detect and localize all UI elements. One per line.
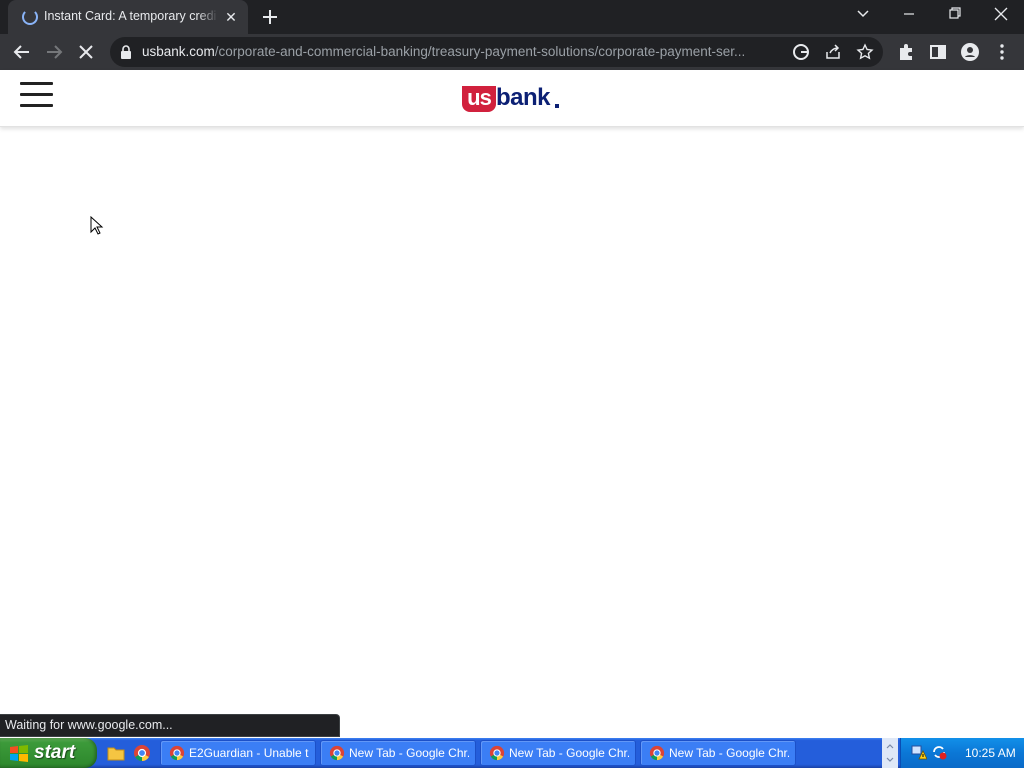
scroll-arrows-icon — [886, 744, 894, 762]
chrome-icon — [169, 745, 185, 761]
taskbar: start E2Guardian - Unable t... New Tab -… — [0, 738, 1024, 768]
browser-toolbar: usbank.com/corporate-and-commercial-bank… — [0, 34, 1024, 70]
taskbar-scroll[interactable] — [882, 738, 898, 768]
close-icon — [994, 7, 1008, 21]
stop-button[interactable] — [72, 38, 100, 66]
url-path: /corporate-and-commercial-banking/treasu… — [214, 44, 746, 59]
puzzle-piece-icon — [900, 44, 912, 60]
network-warning-icon[interactable] — [911, 744, 927, 760]
arrow-right-icon — [47, 45, 63, 59]
logo-us-shield: us — [462, 86, 496, 112]
profile-button[interactable] — [956, 38, 984, 66]
tab-search-button[interactable] — [840, 0, 886, 34]
taskbar-window-new-tab[interactable]: New Tab - Google Chr... — [320, 740, 476, 766]
hamburger-line — [20, 82, 53, 85]
google-lens-icon[interactable] — [792, 43, 810, 61]
back-button[interactable] — [8, 38, 36, 66]
windows-logo-icon — [10, 745, 28, 762]
new-tab-button[interactable] — [258, 5, 282, 29]
chrome-icon — [649, 745, 665, 761]
taskbar-window-new-tab[interactable]: New Tab - Google Chr... — [480, 740, 636, 766]
browser-menu-button[interactable] — [988, 38, 1016, 66]
taskbar-window-new-tab[interactable]: New Tab - Google Chr... — [640, 740, 796, 766]
stop-loading-icon — [79, 45, 93, 59]
minimize-icon — [904, 13, 914, 15]
restore-icon — [949, 7, 961, 19]
kebab-menu-icon — [1000, 44, 1004, 60]
start-button[interactable]: start — [0, 738, 97, 768]
arrow-left-icon — [13, 45, 29, 59]
loading-spinner-icon — [22, 9, 38, 25]
taskbar-window-label: New Tab - Google Chr... — [669, 746, 789, 760]
side-panel-button[interactable] — [924, 38, 952, 66]
avatar-icon — [961, 43, 979, 61]
address-bar[interactable]: usbank.com/corporate-and-commercial-bank… — [110, 37, 883, 67]
share-icon[interactable] — [824, 43, 842, 61]
url-host: usbank.com — [142, 44, 215, 59]
page-viewport: us bank — [0, 70, 1024, 738]
start-label: start — [34, 742, 76, 763]
lock-icon[interactable] — [120, 45, 132, 59]
extensions-button[interactable] — [892, 38, 920, 66]
taskbar-window-e2guardian[interactable]: E2Guardian - Unable t... — [160, 740, 316, 766]
hamburger-menu-icon[interactable] — [20, 82, 53, 108]
logo-dot — [555, 104, 559, 108]
chevron-down-icon — [857, 10, 869, 18]
logo-bank-wordmark: bank — [496, 84, 551, 111]
system-tray: 10:25 AM — [900, 738, 1024, 768]
taskbar-window-label: E2Guardian - Unable t... — [189, 746, 309, 760]
plus-icon — [263, 10, 277, 24]
side-panel-icon — [930, 45, 946, 59]
usbank-logo[interactable]: us bank — [462, 84, 562, 114]
mouse-cursor-icon — [90, 216, 104, 235]
browser-titlebar: Instant Card: A temporary credit card ✕ — [0, 0, 1024, 34]
restore-button[interactable] — [932, 0, 978, 34]
minimize-button[interactable] — [886, 0, 932, 34]
status-bubble: Waiting for www.google.com... — [0, 714, 340, 737]
close-window-button[interactable] — [978, 0, 1024, 34]
chrome-icon — [489, 745, 505, 761]
sync-error-icon[interactable] — [931, 744, 947, 760]
chrome-icon — [329, 745, 345, 761]
bookmark-star-icon[interactable] — [856, 43, 874, 61]
tab-title-fade — [198, 6, 218, 28]
hamburger-line — [20, 104, 53, 107]
folder-icon[interactable] — [107, 744, 125, 762]
tab-title: Instant Card: A temporary credit card — [44, 9, 216, 23]
browser-tab-active[interactable]: Instant Card: A temporary credit card ✕ — [8, 0, 248, 34]
url-text[interactable]: usbank.com/corporate-and-commercial-bank… — [142, 44, 792, 60]
hamburger-line — [20, 93, 53, 96]
tab-close-icon[interactable]: ✕ — [222, 8, 240, 26]
taskbar-window-label: New Tab - Google Chr... — [349, 746, 469, 760]
taskbar-clock[interactable]: 10:25 AM — [965, 746, 1016, 760]
site-header: us bank — [0, 70, 1024, 127]
taskbar-window-label: New Tab - Google Chr... — [509, 746, 629, 760]
chrome-icon[interactable] — [133, 744, 151, 762]
forward-button[interactable] — [40, 38, 68, 66]
